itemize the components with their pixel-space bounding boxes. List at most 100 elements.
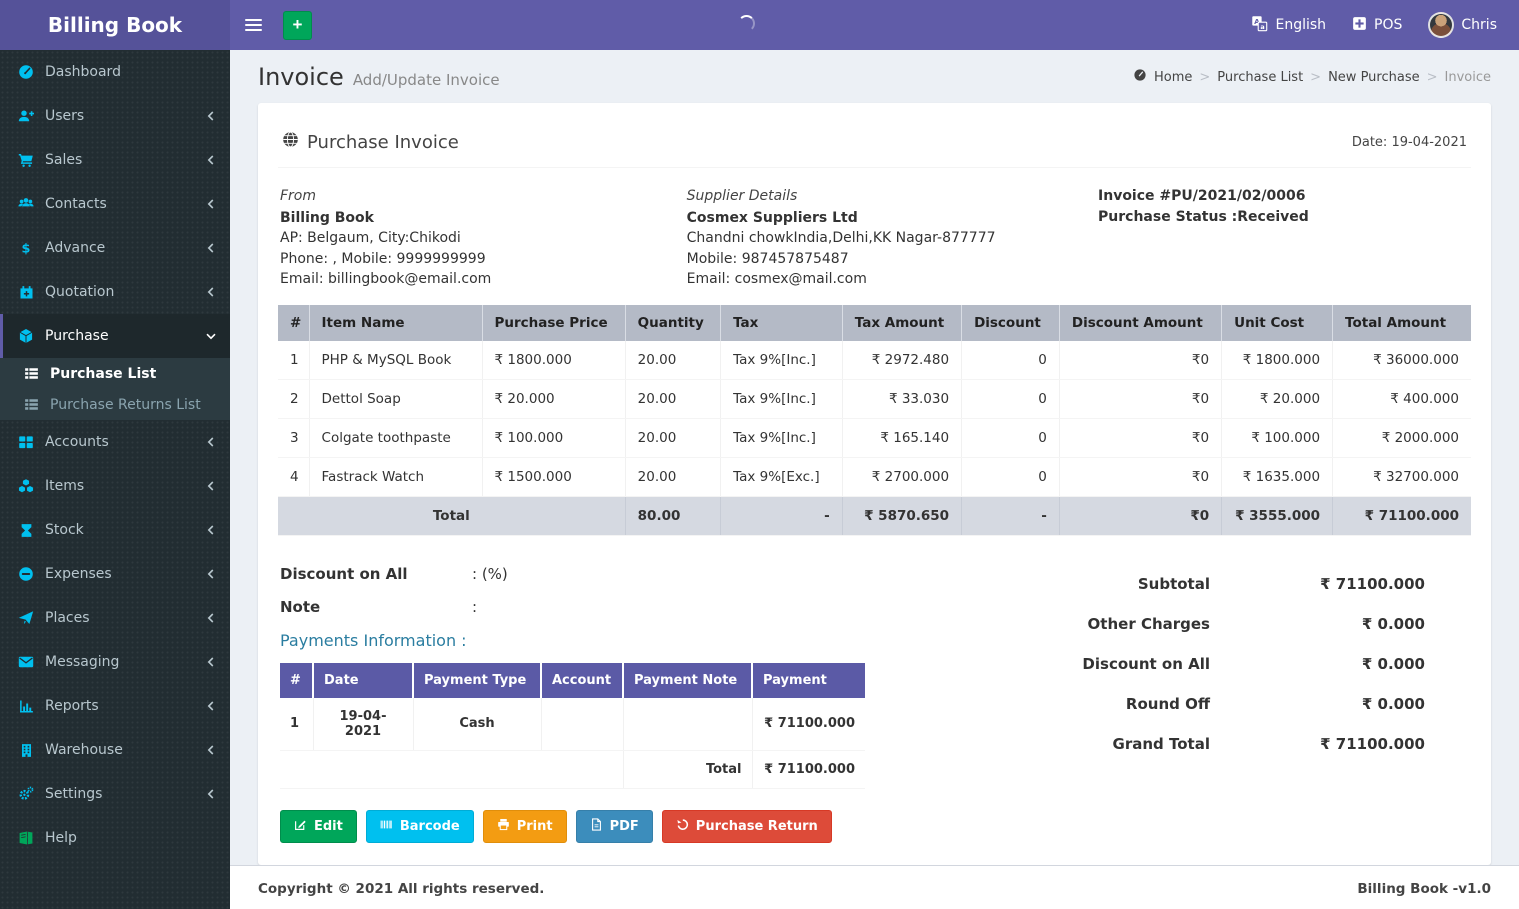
language-menu[interactable]: Aa English (1251, 15, 1326, 36)
sidebar-item-places[interactable]: Places (0, 596, 230, 640)
sidebar-item-messaging[interactable]: Messaging (0, 640, 230, 684)
sidebar: Dashboard Users Sales Contacts $ Advance (0, 50, 230, 909)
edit-button[interactable]: Edit (280, 809, 357, 843)
invoice-meta: Invoice #PU/2021/02/0006 Purchase Status… (1098, 186, 1469, 290)
loading-spinner-icon (738, 15, 755, 32)
page-subtitle: Add/Update Invoice (352, 71, 500, 89)
breadcrumb: Home > Purchase List > New Purchase > In… (1133, 68, 1491, 86)
col-header: Payment Note (623, 662, 753, 698)
item-row: 1 PHP & MySQL Book ₹ 1800.000 20.00 Tax … (278, 340, 1471, 380)
paper-plane-icon (16, 610, 36, 626)
sidebar-item-items[interactable]: Items (0, 464, 230, 508)
sidebar-item-help[interactable]: Help (0, 816, 230, 860)
payment-row: 1 19-04-2021 Cash ₹ 71100.000 (280, 697, 865, 751)
sidebar-item-contacts[interactable]: Contacts (0, 182, 230, 226)
sidebar-item-reports[interactable]: Reports (0, 684, 230, 728)
user-avatar (1428, 12, 1455, 38)
chevron-down-icon (206, 331, 216, 341)
chevron-left-icon (206, 111, 216, 121)
plus-square-icon (1352, 16, 1367, 35)
invoice-number: Invoice #PU/2021/02/0006 (1098, 188, 1306, 204)
chevron-left-icon (206, 155, 216, 165)
col-header: Quantity (625, 304, 722, 341)
user-name: Chris (1461, 17, 1497, 33)
sidebar-item-purchase[interactable]: Purchase (0, 314, 230, 358)
purchase-invoice-card: Purchase Invoice Date: 19-04-2021 From B… (258, 103, 1491, 865)
app-logo[interactable]: Billing Book (0, 0, 230, 50)
home-gauge-icon (1133, 68, 1147, 86)
items-total-row: Total 80.00 - ₹ 5870.650 - ₹0 ₹ 3555.000… (278, 496, 1471, 536)
calendar-plus-icon (16, 285, 36, 300)
sidebar-item-expenses[interactable]: Expenses (0, 552, 230, 596)
copyright-text: Copyright © 2021 All rights reserved. (258, 880, 545, 897)
language-icon: Aa (1251, 15, 1268, 36)
pdf-button[interactable]: PDF (575, 809, 653, 843)
top-navbar: + Aa English POS Chris (230, 0, 1519, 50)
list-icon (21, 397, 41, 412)
user-menu[interactable]: Chris (1428, 12, 1497, 38)
language-label: English (1275, 17, 1327, 33)
payments-information-title: Payments Information : (280, 630, 467, 650)
sidebar-item-dashboard[interactable]: Dashboard (0, 50, 230, 94)
chevron-left-icon (206, 745, 216, 755)
globe-icon (282, 131, 299, 153)
chevron-left-icon (206, 525, 216, 535)
breadcrumb-home[interactable]: Home (1154, 70, 1192, 85)
svg-text:a: a (1261, 22, 1265, 30)
sidebar-item-quotation[interactable]: Quotation (0, 270, 230, 314)
chevron-left-icon (206, 789, 216, 799)
breadcrumb-purchase-list[interactable]: Purchase List (1217, 70, 1303, 85)
items-table: # Item Name Purchase Price Quantity Tax … (278, 304, 1471, 536)
sidebar-item-accounts[interactable]: Accounts (0, 420, 230, 464)
col-header: Payment Type (413, 662, 542, 698)
hamburger-menu-icon[interactable] (230, 0, 276, 50)
chevron-left-icon (206, 199, 216, 209)
purchase-return-button[interactable]: Purchase Return (661, 809, 832, 843)
minus-circle-icon (16, 566, 36, 582)
sidebar-item-purchase-returns-list[interactable]: Purchase Returns List (0, 389, 230, 420)
col-header: Date (313, 662, 414, 698)
sidebar-item-purchase-list[interactable]: Purchase List (0, 358, 230, 389)
sidebar-item-users[interactable]: Users (0, 94, 230, 138)
hourglass-icon (16, 523, 36, 538)
col-header: Payment (752, 662, 865, 698)
sidebar-item-advance[interactable]: $ Advance (0, 226, 230, 270)
col-header: Total Amount (1332, 304, 1471, 341)
sidebar-item-sales[interactable]: Sales (0, 138, 230, 182)
footer: Copyright © 2021 All rights reserved. Bi… (230, 864, 1519, 909)
barcode-icon (380, 818, 393, 835)
chevron-left-icon (206, 287, 216, 297)
undo-icon (676, 818, 689, 835)
breadcrumb-new-purchase[interactable]: New Purchase (1328, 70, 1420, 85)
col-header: # (280, 662, 314, 698)
chevron-left-icon (206, 701, 216, 711)
invoice-summary: Subtotal ₹ 71100.000 Other Charges ₹ 0.0… (993, 558, 1471, 789)
cubes-icon (16, 478, 36, 494)
bar-chart-icon (16, 699, 36, 714)
chevron-left-icon (206, 657, 216, 667)
pos-button[interactable]: POS (1352, 16, 1402, 35)
summary-subtotal: Subtotal ₹ 71100.000 (1137, 574, 1425, 593)
app-version: Billing Book -v1.0 (1357, 880, 1491, 897)
barcode-button[interactable]: Barcode (365, 809, 474, 843)
item-row: 4 Fastrack Watch ₹ 1500.000 20.00 Tax 9%… (278, 457, 1471, 497)
app-title: Billing Book (47, 13, 183, 37)
col-header: Account (541, 662, 624, 698)
grid-icon (16, 434, 36, 450)
col-header: Purchase Price (482, 304, 626, 341)
print-button[interactable]: Print (482, 809, 567, 843)
user-plus-icon (16, 108, 36, 124)
sidebar-item-warehouse[interactable]: Warehouse (0, 728, 230, 772)
list-icon (21, 366, 41, 381)
pdf-icon (590, 817, 603, 835)
sidebar-item-settings[interactable]: Settings (0, 772, 230, 816)
payments-table: # Date Payment Type Account Payment Note… (280, 662, 865, 789)
col-header: Discount (961, 304, 1060, 341)
pos-label: POS (1374, 17, 1403, 33)
sidebar-item-stock[interactable]: Stock (0, 508, 230, 552)
print-icon (497, 818, 510, 835)
page-title: Invoice Add/Update Invoice (258, 63, 500, 91)
quick-add-button[interactable]: + (283, 10, 312, 40)
edit-icon (294, 818, 307, 835)
summary-round-off: Round Off ₹ 0.000 (1125, 694, 1425, 713)
